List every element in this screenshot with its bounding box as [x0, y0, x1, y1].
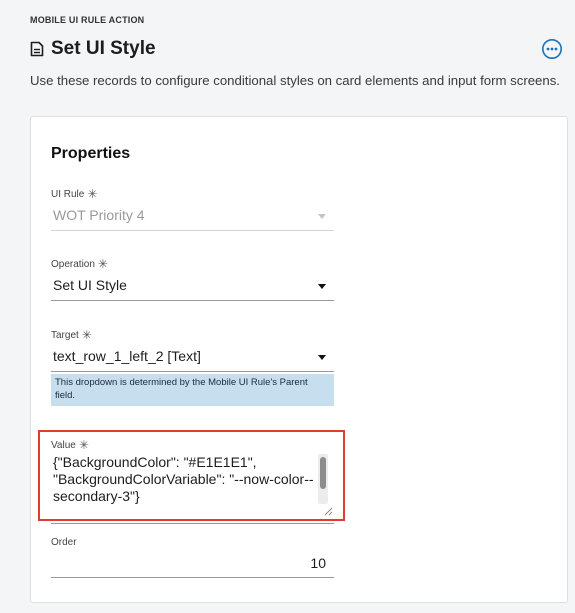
operation-select[interactable]: Set UI Style [51, 271, 334, 301]
value-field: Value ✳ {"BackgroundColor": "#E1E1E1", "B… [51, 438, 334, 524]
ui-rule-field: UI Rule ✳ WOT Priority 4 [51, 187, 334, 231]
required-icon: ✳ [87, 187, 98, 201]
more-options-icon[interactable] [541, 38, 563, 60]
title-row: Set UI Style [30, 38, 563, 62]
scrollbar-thumb[interactable] [320, 457, 326, 489]
document-icon [30, 41, 44, 62]
ui-rule-label-text: UI Rule [51, 189, 85, 200]
order-value: 10 [310, 555, 326, 571]
target-label: Target ✳ [51, 328, 334, 342]
value-textarea[interactable]: {"BackgroundColor": "#E1E1E1", "Backgrou… [51, 454, 334, 524]
required-icon: ✳ [97, 257, 108, 271]
value-text: {"BackgroundColor": "#E1E1E1", "Backgrou… [53, 454, 314, 504]
target-help-text: This dropdown is determined by the Mobil… [51, 374, 334, 406]
textarea-scrollbar[interactable] [318, 454, 328, 504]
order-label: Order [51, 537, 77, 548]
eyebrow-label: MOBILE UI RULE ACTION [30, 15, 145, 25]
resize-handle-icon[interactable] [324, 503, 333, 521]
target-field: Target ✳ text_row_1_left_2 [Text] This dr… [51, 328, 334, 406]
order-input[interactable]: 10 [51, 548, 334, 578]
operation-label-text: Operation [51, 259, 95, 270]
order-field: Order 10 [51, 537, 334, 578]
properties-card: Properties UI Rule ✳ WOT Priority 4 Opera… [30, 116, 568, 603]
page-title: Set UI Style [51, 38, 156, 59]
required-icon: ✳ [81, 328, 92, 342]
target-value: text_row_1_left_2 [Text] [53, 348, 201, 364]
operation-field: Operation ✳ Set UI Style [51, 257, 334, 301]
section-title: Properties [51, 145, 131, 162]
page-description: Use these records to configure condition… [30, 73, 560, 88]
target-select[interactable]: text_row_1_left_2 [Text] [51, 342, 334, 372]
ui-rule-label: UI Rule ✳ [51, 187, 334, 201]
value-label-text: Value [51, 440, 76, 451]
required-icon: ✳ [78, 438, 89, 452]
chevron-down-icon [318, 284, 326, 289]
operation-label: Operation ✳ [51, 257, 334, 271]
target-label-text: Target [51, 330, 79, 341]
chevron-down-icon [318, 214, 326, 219]
ui-rule-value: WOT Priority 4 [53, 207, 145, 223]
operation-value: Set UI Style [53, 277, 127, 293]
ui-rule-select[interactable]: WOT Priority 4 [51, 201, 334, 231]
chevron-down-icon [318, 355, 326, 360]
value-label: Value ✳ [51, 438, 334, 452]
